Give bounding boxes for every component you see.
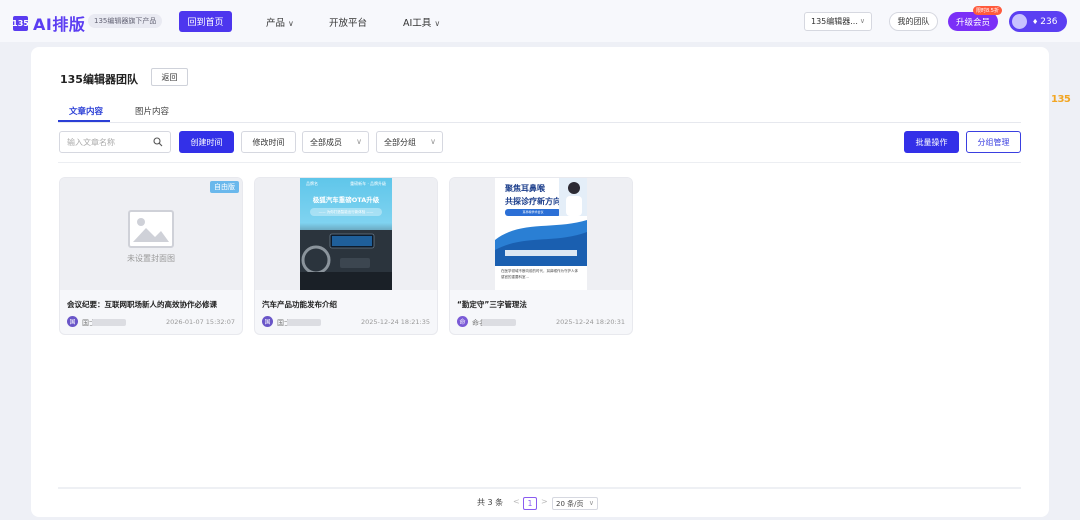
back-button[interactable]: 返回 [151, 68, 188, 86]
poster-title: 极狐汽车重磅OTA升级 [312, 196, 380, 204]
home-button[interactable]: 回到首页 [179, 11, 232, 32]
logo[interactable]: 135 AI排版 [12, 11, 86, 35]
nav-label: AI工具 [403, 18, 432, 29]
sort-created-button[interactable]: 创建时间 [179, 131, 234, 153]
logo-subtitle: 135编辑器旗下产品 [88, 14, 163, 28]
page-size-value: 20 条/页 [556, 499, 584, 508]
author-avatar: 国 [262, 316, 273, 327]
active-tab-indicator [58, 120, 110, 122]
chevron-down-icon: ∨ [859, 17, 865, 25]
page-size-select[interactable]: 20 条/页 ∨ [552, 497, 598, 510]
my-team-button[interactable]: 我的团队 [889, 12, 938, 31]
sort-modified-button[interactable]: 修改时间 [241, 131, 296, 153]
wave-decoration [495, 220, 587, 266]
poster-brand: 品牌名 [306, 181, 318, 186]
article-thumbnail: 未设置封面图 自由版 [60, 178, 242, 290]
article-date: 2025-12-24 18:20:31 [555, 318, 625, 326]
article-thumbnail: 品牌名 重磅新车 · 品牌升级 极狐汽车重磅OTA升级 —— 为你打造智能出行新… [255, 178, 437, 290]
chevron-down-icon: ∨ [434, 19, 441, 28]
poster-body-text: 在医学领域不断向前的时代，耳鼻喉作为守护人体感官的重要科室... [501, 269, 578, 279]
article-title: “勤定守”三字管理法 [457, 300, 527, 309]
image-placeholder-icon [128, 210, 174, 248]
search-icon [153, 137, 163, 147]
side-floating-logo[interactable]: 135 [1051, 94, 1071, 105]
avatar [1012, 14, 1027, 29]
car-interior-image [300, 230, 392, 290]
chevron-down-icon: ∨ [356, 137, 362, 146]
chevron-down-icon: ∨ [430, 137, 436, 146]
batch-operation-button[interactable]: 批量操作 [904, 131, 959, 153]
no-cover-text: 未设置封面图 [127, 254, 175, 263]
chevron-down-icon: ∨ [588, 499, 594, 507]
logo-mark-icon: 135 [12, 15, 29, 31]
chevron-down-icon: ∨ [288, 19, 294, 28]
author-name-blurred [287, 319, 321, 326]
article-title: 汽车产品功能发布介绍 [262, 300, 337, 309]
members-select-value: 全部成员 [310, 137, 342, 147]
prev-page-button[interactable]: < [513, 497, 520, 506]
pagination-divider [58, 487, 1021, 489]
main-card: 135编辑器团队 返回 文章内容 图片内容 输入文章名称 创建时间 修改时间 全… [31, 47, 1049, 517]
members-select[interactable]: 全部成员 ∨ [302, 131, 369, 153]
poster-subtitle: 耳鼻喉学术会议 [505, 209, 561, 216]
author-avatar: 国 [67, 316, 78, 327]
tab-articles[interactable]: 文章内容 [69, 105, 103, 117]
article-title: 会议纪要：互联网职场新人的高效协作必修课 [67, 300, 217, 309]
poster-title-line1: 聚焦耳鼻喉 [505, 184, 545, 193]
nav-label: 产品 [266, 18, 286, 29]
article-card[interactable]: 聚焦耳鼻喉 共探诊疗新方向 耳鼻喉学术会议 在医学领域不断向前的时代，耳鼻喉作为… [449, 177, 633, 335]
diamond-icon: ♦ [1032, 17, 1039, 26]
user-menu[interactable]: ♦ 236 [1009, 11, 1067, 32]
article-thumbnail: 聚焦耳鼻喉 共探诊疗新方向 耳鼻喉学术会议 在医学领域不断向前的时代，耳鼻喉作为… [450, 178, 632, 290]
search-placeholder: 输入文章名称 [67, 137, 115, 147]
article-date: 2025-12-24 18:21:35 [360, 318, 430, 326]
author-avatar: 命 [457, 316, 468, 327]
medical-poster-image: 聚焦耳鼻喉 共探诊疗新方向 耳鼻喉学术会议 在医学领域不断向前的时代，耳鼻喉作为… [495, 178, 587, 290]
poster-tagline: 重磅新车 · 品牌升级 [350, 181, 386, 186]
team-select-value: 135编辑器... [811, 17, 858, 26]
nav-item-ai-tools[interactable]: AI工具 ∨ [403, 15, 440, 29]
car-poster-image: 品牌名 重磅新车 · 品牌升级 极狐汽车重磅OTA升级 —— 为你打造智能出行新… [300, 178, 392, 290]
tab-images[interactable]: 图片内容 [135, 105, 169, 117]
group-manage-button[interactable]: 分组管理 [966, 131, 1021, 153]
article-date: 2026-01-07 15:32:07 [165, 318, 235, 326]
free-version-badge: 自由版 [210, 181, 239, 193]
article-card[interactable]: 品牌名 重磅新车 · 品牌升级 极狐汽车重磅OTA升级 —— 为你打造智能出行新… [254, 177, 438, 335]
top-navbar: 135 AI排版 135编辑器旗下产品 回到首页 产品 ∨ 开放平台 AI工具 ∨ … [0, 0, 1080, 42]
nav-item-open-platform[interactable]: 开放平台 [329, 15, 367, 29]
nav-item-products[interactable]: 产品 ∨ [266, 15, 294, 29]
doctor-illustration [559, 178, 587, 216]
poster-title-line2: 共探诊疗新方向 [505, 197, 561, 206]
groups-select-value: 全部分组 [384, 137, 416, 147]
team-select[interactable]: 135编辑器... ∨ [804, 12, 872, 31]
discount-badge: 限时8.5折 [973, 6, 1002, 15]
search-input[interactable]: 输入文章名称 [59, 131, 171, 153]
page-title: 135编辑器团队 [60, 73, 138, 86]
groups-select[interactable]: 全部分组 ∨ [376, 131, 443, 153]
total-count: 共 3 条 [477, 498, 504, 507]
page-number-1[interactable]: 1 [523, 497, 537, 510]
next-page-button[interactable]: > [541, 497, 548, 506]
toolbar-divider [58, 162, 1021, 163]
logo-text: AI排版 [33, 15, 86, 34]
points-count: 236 [1040, 16, 1058, 27]
author-name-blurred [92, 319, 126, 326]
author-name-blurred [482, 319, 516, 326]
article-card[interactable]: 未设置封面图 自由版 会议纪要：互联网职场新人的高效协作必修课 国 国士 202… [59, 177, 243, 335]
tab-divider [58, 122, 1021, 123]
nav-label: 开放平台 [329, 18, 368, 29]
poster-subtitle: —— 为你打造智能出行新体验 —— [310, 208, 382, 216]
